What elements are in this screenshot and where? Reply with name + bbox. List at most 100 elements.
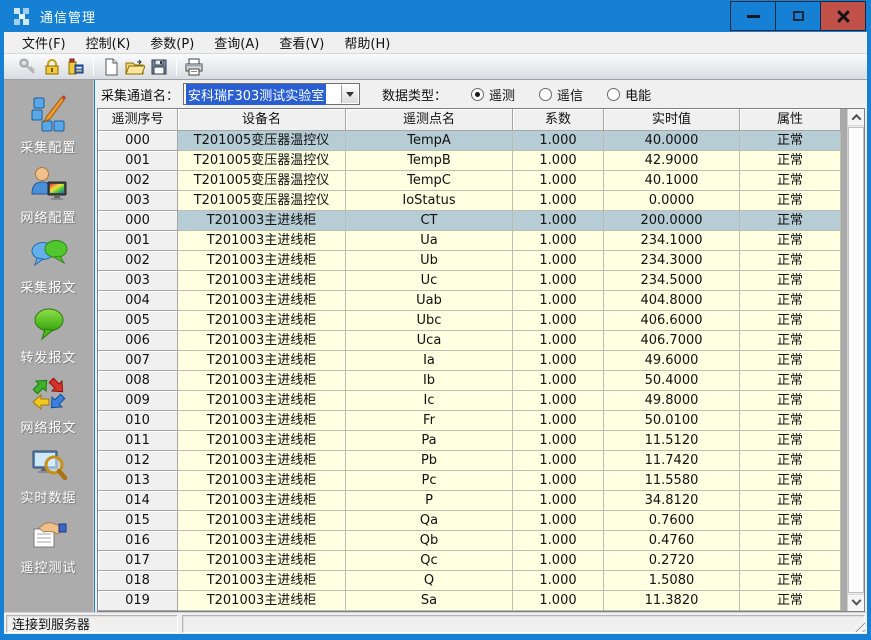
cell-value[interactable]: 49.6000 [604,351,740,371]
cell-value[interactable]: 42.9000 [604,151,740,171]
cell-point[interactable]: Sa [346,591,513,611]
menu-item-3[interactable]: 查询(A) [204,31,269,54]
table-row[interactable]: 017T201003主进线柜Qc1.0000.2720正常 [98,551,841,571]
cell-seq[interactable]: 000 [98,131,178,151]
save-icon[interactable] [147,56,171,78]
cell-attr[interactable]: 正常 [740,251,841,271]
cell-value[interactable]: 11.3820 [604,591,740,611]
cell-point[interactable]: IoStatus [346,191,513,211]
radio-option-2[interactable]: 电能 [607,85,651,104]
sidebar-item-remote-test[interactable]: 遥控测试 [6,510,92,580]
maximize-button[interactable] [775,1,821,31]
sidebar-item-network-packet[interactable]: 网络报文 [6,370,92,440]
cell-value[interactable]: 0.2720 [604,551,740,571]
table-row[interactable]: 012T201003主进线柜Pb1.00011.7420正常 [98,451,841,471]
menu-item-2[interactable]: 参数(P) [140,31,204,54]
cell-coef[interactable]: 1.000 [513,251,604,271]
cell-device[interactable]: T201003主进线柜 [178,371,346,391]
cell-attr[interactable]: 正常 [740,191,841,211]
cell-seq[interactable]: 000 [98,211,178,231]
table-row[interactable]: 011T201003主进线柜Pa1.00011.5120正常 [98,431,841,451]
table-row[interactable]: 003T201003主进线柜Uc1.000234.5000正常 [98,271,841,291]
cell-coef[interactable]: 1.000 [513,331,604,351]
cell-value[interactable]: 404.8000 [604,291,740,311]
cell-seq[interactable]: 009 [98,391,178,411]
table-row[interactable]: 001T201003主进线柜Ua1.000234.1000正常 [98,231,841,251]
table-row[interactable]: 005T201003主进线柜Ubc1.000406.6000正常 [98,311,841,331]
cell-coef[interactable]: 1.000 [513,411,604,431]
cell-point[interactable]: Ub [346,251,513,271]
cell-point[interactable]: Ic [346,391,513,411]
cell-value[interactable]: 234.5000 [604,271,740,291]
cell-device[interactable]: T201003主进线柜 [178,311,346,331]
column-header-point[interactable]: 遥测点名 [346,109,513,131]
table-row[interactable]: 000T201005变压器温控仪TempA1.00040.0000正常 [98,131,841,151]
sidebar-item-collect-config[interactable]: 采集配置 [6,90,92,160]
cell-coef[interactable]: 1.000 [513,151,604,171]
cell-attr[interactable]: 正常 [740,351,841,371]
menu-item-4[interactable]: 查看(V) [269,31,334,54]
cell-device[interactable]: T201003主进线柜 [178,331,346,351]
menu-item-5[interactable]: 帮助(H) [334,31,400,54]
cell-attr[interactable]: 正常 [740,171,841,191]
cell-point[interactable]: P [346,491,513,511]
cell-coef[interactable]: 1.000 [513,491,604,511]
menu-item-1[interactable]: 控制(K) [76,31,141,54]
cell-attr[interactable]: 正常 [740,571,841,591]
cell-point[interactable]: TempA [346,131,513,151]
cell-point[interactable]: TempC [346,171,513,191]
column-header-value[interactable]: 实时值 [604,109,740,131]
cell-seq[interactable]: 016 [98,531,178,551]
cell-point[interactable]: Uab [346,291,513,311]
cell-coef[interactable]: 1.000 [513,171,604,191]
cell-device[interactable]: T201003主进线柜 [178,431,346,451]
cell-value[interactable]: 49.8000 [604,391,740,411]
cell-attr[interactable]: 正常 [740,151,841,171]
cell-device[interactable]: T201003主进线柜 [178,551,346,571]
cell-device[interactable]: T201003主进线柜 [178,471,346,491]
cell-device[interactable]: T201003主进线柜 [178,391,346,411]
cell-value[interactable]: 34.8120 [604,491,740,511]
cell-seq[interactable]: 018 [98,571,178,591]
open-folder-icon[interactable] [123,56,147,78]
cell-seq[interactable]: 011 [98,431,178,451]
cell-seq[interactable]: 010 [98,411,178,431]
cell-seq[interactable]: 015 [98,511,178,531]
column-header-device[interactable]: 设备名 [178,109,346,131]
cell-value[interactable]: 1.5080 [604,571,740,591]
column-header-attr[interactable]: 属性 [740,109,841,131]
cell-device[interactable]: T201005变压器温控仪 [178,191,346,211]
cell-value[interactable]: 11.5120 [604,431,740,451]
cell-point[interactable]: Uca [346,331,513,351]
cell-attr[interactable]: 正常 [740,431,841,451]
table-row[interactable]: 001T201005变压器温控仪TempB1.00042.9000正常 [98,151,841,171]
cell-seq[interactable]: 005 [98,311,178,331]
cell-device[interactable]: T201003主进线柜 [178,591,346,611]
cell-coef[interactable]: 1.000 [513,571,604,591]
cell-value[interactable]: 0.4760 [604,531,740,551]
cell-device[interactable]: T201003主进线柜 [178,291,346,311]
cell-coef[interactable]: 1.000 [513,551,604,571]
cell-coef[interactable]: 1.000 [513,351,604,371]
cell-point[interactable]: Ubc [346,311,513,331]
minimize-button[interactable] [730,1,776,31]
cell-seq[interactable]: 001 [98,151,178,171]
cell-point[interactable]: TempB [346,151,513,171]
table-row[interactable]: 018T201003主进线柜Q1.0001.5080正常 [98,571,841,591]
cell-value[interactable]: 406.7000 [604,331,740,351]
cell-seq[interactable]: 007 [98,351,178,371]
scroll-down-button[interactable] [848,594,864,611]
cell-point[interactable]: Ua [346,231,513,251]
cell-attr[interactable]: 正常 [740,211,841,231]
packet-config-icon[interactable] [64,56,88,78]
table-row[interactable]: 009T201003主进线柜Ic1.00049.8000正常 [98,391,841,411]
close-button[interactable] [820,1,866,31]
channel-combobox[interactable]: 安科瑞F303测试实验室 [183,83,360,105]
cell-attr[interactable]: 正常 [740,311,841,331]
cell-device[interactable]: T201003主进线柜 [178,211,346,231]
combobox-dropdown-button[interactable] [341,85,358,103]
menu-item-0[interactable]: 文件(F) [12,31,76,54]
cell-attr[interactable]: 正常 [740,331,841,351]
cell-attr[interactable]: 正常 [740,291,841,311]
cell-value[interactable]: 11.5580 [604,471,740,491]
